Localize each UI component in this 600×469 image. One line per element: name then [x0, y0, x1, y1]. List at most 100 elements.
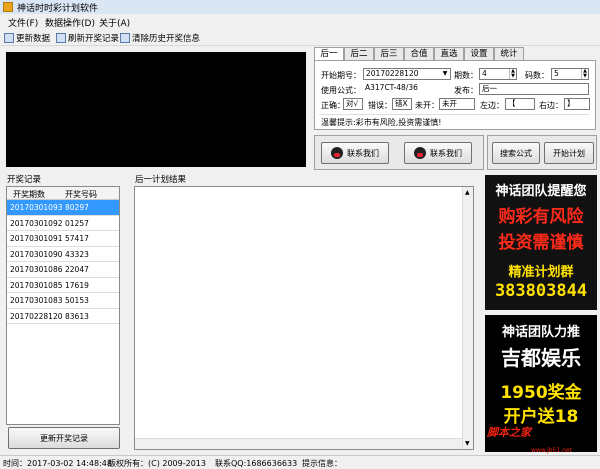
ad1-line4: 精准计划群 — [508, 265, 574, 280]
search-formula-button[interactable]: 搜索公式 — [492, 142, 540, 164]
status-time: 时间：2017-03-02 14:48:48 — [3, 459, 112, 468]
row-period: 20170301086 — [10, 265, 63, 274]
title-bar: 神话时时彩计划软件 — [0, 0, 600, 14]
table-row[interactable]: 20170301092 01257 — [7, 216, 119, 231]
clear-history-label: 清除历史开奖信息 — [132, 34, 201, 44]
unopened-field[interactable]: 未开 — [439, 98, 475, 110]
settings-panel: 开始期号： 20170228120 ▼ 期数： 4 ▲ ▼ 码数： 5 ▲ ▼ 使用公式：… — [314, 60, 596, 130]
table-row[interactable]: 20170228120 83613 — [7, 309, 119, 324]
row-period: 20170301091 — [10, 234, 63, 243]
wrong-label: 错误： — [368, 101, 392, 110]
action-box: 搜索公式 开始计划 — [487, 135, 597, 170]
row-number: 57417 — [65, 234, 89, 243]
toolbar: 更新数据 刷新开奖记录 清除历史开奖信息 — [0, 30, 600, 46]
row-period: 20170301093 — [10, 203, 63, 212]
ad1-line1: 神话团队提醒您 — [495, 184, 587, 199]
start-period-value: 20170228120 — [366, 69, 419, 78]
ad2-line3: 1950奖金 — [500, 383, 582, 403]
start-plan-button[interactable]: 开始计划 — [544, 142, 594, 164]
clear-icon — [120, 33, 130, 43]
records-table: 开奖期数 开奖号码 20170301093 80297 20170301092 01… — [6, 186, 120, 425]
table-row[interactable]: 20170301093 80297 — [7, 200, 119, 216]
vertical-scrollbar[interactable]: ▲ ▼ — [462, 187, 473, 449]
unopened-label: 未开： — [415, 101, 439, 110]
qq-icon — [331, 147, 343, 159]
code-count-stepper[interactable]: 5 ▲ ▼ — [551, 68, 589, 80]
wrong-field[interactable]: 错X — [392, 98, 412, 110]
row-number: 17619 — [65, 280, 89, 290]
scroll-down-icon[interactable]: ▼ — [465, 440, 470, 447]
qq-icon — [414, 147, 426, 159]
period-count-stepper[interactable]: 4 ▲ ▼ — [479, 68, 517, 80]
contact-us-button-2[interactable]: 联系我们 — [404, 142, 472, 164]
menu-bar: 文件(F) 数据操作(D) 关于(A) — [0, 14, 600, 29]
refresh-records-button[interactable]: 刷新开奖记录 — [56, 32, 119, 44]
result-textarea[interactable]: ▲ ▼ — [134, 186, 474, 450]
right-bracket-field[interactable]: 】 — [564, 98, 590, 110]
stepper-arrows-icon[interactable]: ▲ ▼ — [581, 69, 588, 79]
display-panel — [6, 52, 306, 167]
ad1-line3: 投资需谨慎 — [498, 233, 584, 253]
clear-history-button[interactable]: 清除历史开奖信息 — [120, 32, 200, 44]
row-number: 80297 — [65, 203, 89, 212]
row-number: 83613 — [65, 311, 89, 321]
horizontal-scrollbar[interactable] — [135, 438, 462, 449]
table-header: 开奖期数 开奖号码 — [7, 187, 119, 200]
contact-us-button-1[interactable]: 联系我们 — [321, 142, 389, 164]
update-data-label: 更新数据 — [16, 34, 51, 44]
tab-sum[interactable]: 合值 — [404, 47, 434, 60]
menu-data[interactable]: 数据操作(D) — [45, 16, 95, 29]
row-number: 50153 — [65, 296, 89, 305]
ad-banner-1[interactable]: 神话团队提醒您 购彩有风险 投资需谨慎 精准计划群 383803844 — [485, 175, 597, 310]
table-row[interactable]: 20170301086 22047 — [7, 262, 119, 278]
start-period-select[interactable]: 20170228120 ▼ — [363, 68, 451, 80]
code-count-value: 5 — [554, 69, 559, 78]
period-count-label: 期数： — [454, 71, 478, 80]
tab-hou1[interactable]: 后一 — [314, 47, 344, 61]
tab-settings[interactable]: 设置 — [464, 47, 494, 60]
table-row[interactable]: 20170301085 17619 — [7, 278, 119, 293]
contact-box: 联系我们 联系我们 — [314, 135, 484, 170]
left-bracket-label: 左边： — [480, 101, 504, 110]
ad2-line2: 吉都娱乐 — [501, 346, 581, 370]
column-period: 开奖期数 — [13, 190, 45, 199]
window-title: 神话时时彩计划软件 — [17, 4, 99, 14]
refresh-records-label: 刷新开奖记录 — [68, 34, 120, 44]
result-title: 后一计划结果 — [135, 175, 187, 185]
tab-hou2[interactable]: 后二 — [344, 47, 374, 60]
publish-label: 发布： — [454, 86, 478, 95]
update-records-button[interactable]: 更新开奖记录 — [8, 427, 120, 449]
watermark-url: www.jb51.net — [531, 447, 572, 454]
tab-direct[interactable]: 直选 — [434, 47, 464, 60]
code-count-label: 码数： — [525, 71, 549, 80]
row-period: 20170301085 — [10, 280, 63, 290]
tab-stats[interactable]: 统计 — [494, 47, 524, 60]
row-number: 43323 — [65, 249, 89, 259]
contact-us-label-1: 联系我们 — [347, 148, 379, 158]
table-row[interactable]: 20170301091 57417 — [7, 231, 119, 247]
list-icon — [56, 33, 66, 43]
row-number: 22047 — [65, 265, 89, 274]
ad1-line2: 购彩有风险 — [498, 207, 584, 227]
update-data-button[interactable]: 更新数据 — [4, 32, 50, 44]
table-row[interactable]: 20170301090 43323 — [7, 247, 119, 262]
period-count-value: 4 — [482, 69, 487, 78]
table-row[interactable]: 20170301083 50153 — [7, 293, 119, 309]
status-qq: 联系QQ:1686636633 — [215, 459, 298, 468]
row-period: 20170228120 — [10, 311, 63, 321]
publish-field[interactable]: 后一 — [479, 83, 589, 95]
start-period-label: 开始期号： — [321, 71, 361, 80]
app-icon — [3, 2, 13, 12]
formula-value: A317CT-48/36 — [363, 83, 451, 95]
left-bracket-field[interactable]: 【 — [505, 98, 535, 110]
correct-field[interactable]: 对√ — [343, 98, 363, 110]
ad2-line1: 神话团队力推 — [501, 325, 580, 340]
ad1-line5: 383803844 — [494, 281, 588, 301]
tab-hou3[interactable]: 后三 — [374, 47, 404, 60]
menu-about[interactable]: 关于(A) — [99, 16, 130, 29]
menu-file[interactable]: 文件(F) — [8, 16, 38, 29]
row-period: 20170301083 — [10, 296, 63, 305]
status-bar: 时间：2017-03-02 14:48:48 版权所有：(C) 2009-201… — [0, 455, 600, 468]
stepper-arrows-icon[interactable]: ▲ ▼ — [509, 69, 516, 79]
scroll-up-icon[interactable]: ▲ — [465, 189, 470, 196]
